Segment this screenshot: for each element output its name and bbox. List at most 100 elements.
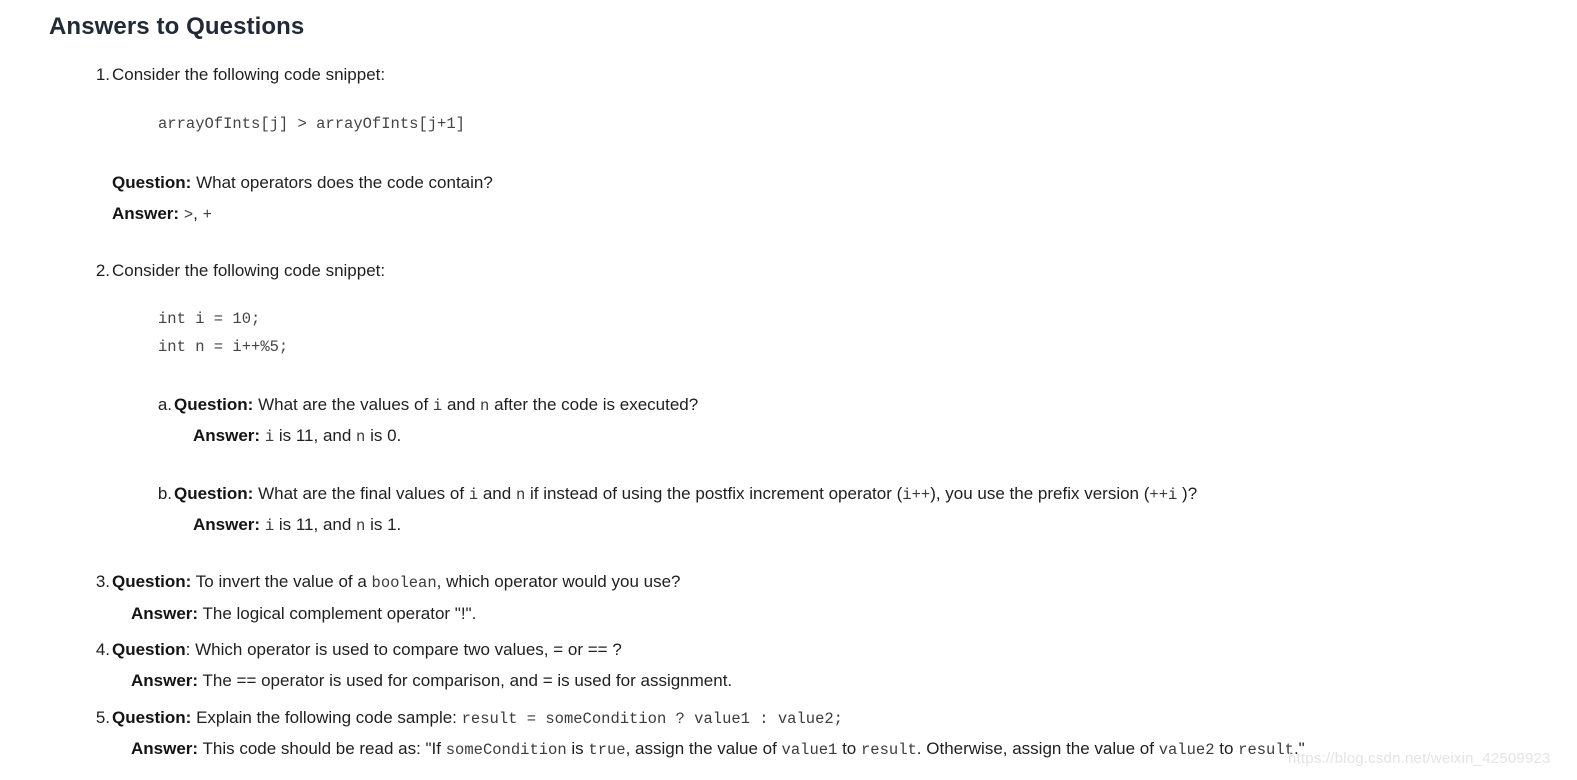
item-2b-question-line: Question: What are the final values of i… (174, 481, 1577, 507)
question-label: Question: (112, 572, 192, 592)
item-5-question-line: Question: Explain the following code sam… (112, 705, 1577, 731)
list-item-4: 4. Question: Which operator is used to c… (96, 637, 1577, 695)
item-1-answer-mid: , (193, 203, 203, 223)
q-part-2: and (478, 483, 516, 503)
a-code-5: value2 (1158, 741, 1215, 760)
item-1-lead: Consider the following code snippet: (112, 65, 386, 84)
answer-label: Answer: (131, 603, 199, 623)
q-part-2: and (442, 394, 481, 414)
item-2-lead: Consider the following code snippet: (112, 261, 386, 281)
a-part-4: to (837, 739, 861, 759)
a-part-6: to (1214, 739, 1239, 759)
list-item-2: 2. Consider the following code snippet: … (96, 258, 1577, 538)
document-page: Answers to Questions 1. Consider the fol… (0, 0, 1577, 780)
item-3-answer-text: The logical complement operator "!". (202, 603, 477, 623)
a-part-5: . Otherwise, assign the value of (916, 739, 1159, 759)
a-code-1: someCondition (445, 741, 567, 760)
list-marker-2: 2. (95, 261, 110, 281)
item-1-qa: Question: What operators does the code c… (112, 170, 1577, 228)
a-code-2: n (356, 517, 366, 536)
q-part-1: What are the values of (258, 394, 433, 414)
a-code-1: i (264, 517, 275, 536)
item-1-answer-code-1: > (183, 205, 194, 224)
a-part-2: is 0. (365, 426, 402, 446)
code-line-1: int i = 10; (158, 309, 261, 328)
item-4-answer-line: Answer: The == operator is used for comp… (112, 668, 1577, 694)
a-code-1: i (264, 428, 275, 447)
q-code-1: result = someCondition ? value1 : value2… (461, 709, 843, 728)
q-part-1: Which operator is used to compare two va… (195, 640, 622, 660)
list-marker-5: 5. (95, 707, 110, 727)
q-code-2: n (515, 485, 526, 504)
q-part-1: Explain the following code sample: (196, 707, 462, 727)
a-code-4: result (860, 741, 917, 760)
q-part-5: )? (1177, 483, 1198, 503)
list-item-2a: a. Question: What are the values of i an… (158, 392, 1577, 481)
list-item-1: 1. Consider the following code snippet: … (96, 62, 1577, 228)
list-marker-4: 4. (95, 640, 110, 660)
answer-label: Answer: (131, 671, 199, 691)
q-code-1: i (432, 396, 443, 415)
item-2a-answer-line: Answer: i is 11, and n is 0. (174, 423, 1577, 449)
item-1-answer-line: Answer: >, + (112, 201, 1577, 227)
code-snippet-1: arrayOfInts[j] > arrayOfInts[j+1] (158, 115, 465, 134)
q-code-1: boolean (371, 574, 437, 593)
a-part-1: is 11, and (274, 515, 357, 535)
q-part-1: What are the final values of (258, 483, 469, 503)
a-part-3: , assign the value of (625, 739, 782, 759)
q-code-2: n (480, 396, 490, 415)
item-2-sublist: a. Question: What are the values of i an… (112, 392, 1577, 538)
question-label: Question: (174, 483, 254, 503)
answer-label: Answer: (193, 515, 261, 535)
item-2b-answer-line: Answer: i is 11, and n is 1. (174, 512, 1577, 538)
q-part-1: To invert the value of a (195, 572, 372, 592)
item-1-answer-code-2: + (202, 205, 212, 224)
item-3-answer-line: Answer: The logical complement operator … (112, 601, 1577, 627)
code-snippet-2: int i = 10; int n = i++%5; (158, 305, 1577, 361)
item-4-answer-text: The == operator is used for comparison, … (202, 671, 733, 691)
a-part-1: is 11, and (274, 426, 357, 446)
question-label: Question (112, 640, 186, 660)
item-3-question-line: Question: To invert the value of a boole… (112, 569, 1577, 595)
list-marker-1: 1. (95, 65, 110, 84)
a-code-3: value1 (781, 741, 838, 760)
list-marker-2b: b. (157, 483, 172, 503)
a-part-1: This code should be read as: "If (202, 739, 446, 759)
list-item-3: 3. Question: To invert the value of a bo… (96, 569, 1577, 627)
list-marker-2a: a. (157, 394, 172, 414)
question-label: Question: (112, 707, 192, 727)
item-1-question-text: What operators does the code contain? (196, 172, 493, 192)
a-code-2: n (356, 428, 366, 447)
colon: : (185, 640, 191, 660)
answer-label: Answer: (112, 203, 180, 223)
q-code-4: ++i (1149, 485, 1178, 504)
code-line-2: int n = i++%5; (158, 337, 289, 356)
a-code-2: true (588, 741, 626, 760)
answers-list: 1. Consider the following code snippet: … (0, 62, 1577, 762)
list-item-2b: b. Question: What are the final values o… (158, 481, 1577, 539)
a-code-6: result (1238, 741, 1294, 760)
answer-label: Answer: (193, 426, 261, 446)
question-label: Question: (174, 394, 254, 414)
item-4-question-line: Question: Which operator is used to comp… (112, 637, 1577, 663)
q-part-2: , which operator would you use? (436, 572, 681, 592)
item-1-question-line: Question: What operators does the code c… (112, 170, 1577, 196)
q-code-3: i++ (902, 485, 931, 504)
list-marker-3: 3. (95, 572, 110, 592)
item-2a-question-line: Question: What are the values of i and n… (174, 392, 1577, 418)
page-title: Answers to Questions (49, 13, 305, 40)
a-part-2: is 1. (365, 515, 402, 535)
q-part-3: if instead of using the postfix incremen… (525, 483, 903, 503)
q-part-3: after the code is executed? (489, 394, 699, 414)
watermark: https://blog.csdn.net/weixin_42509923 (1288, 750, 1551, 767)
answer-label: Answer: (131, 739, 199, 759)
q-code-1: i (468, 485, 479, 504)
a-part-2: is (566, 739, 589, 759)
